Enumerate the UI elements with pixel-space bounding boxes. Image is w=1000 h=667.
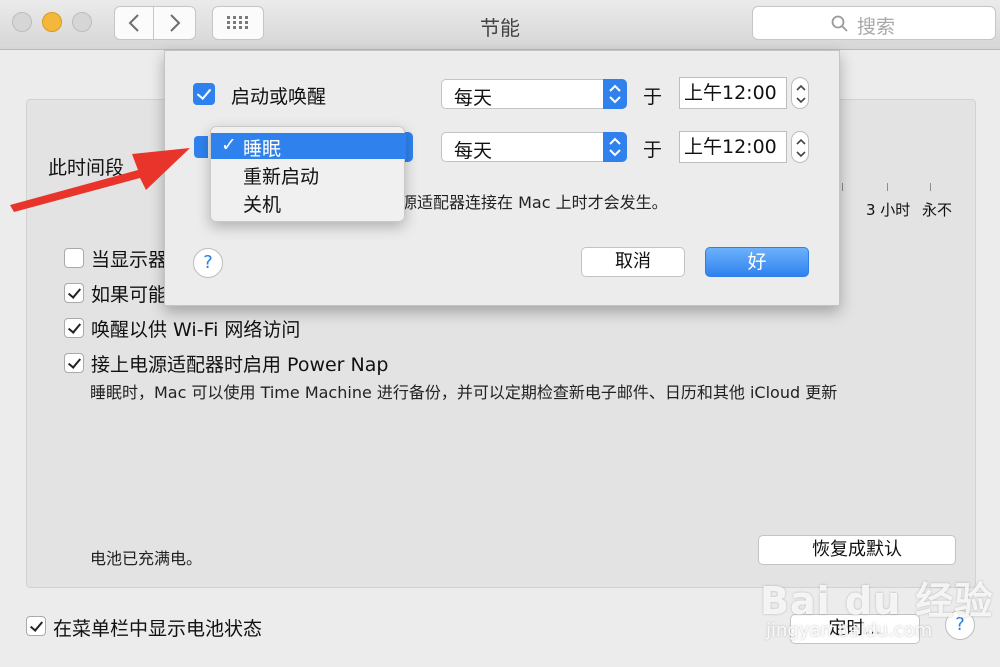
baidu-watermark: Bai du 经验 — [760, 579, 994, 623]
baidu-watermark-url: jingyan.baidu.com — [766, 620, 933, 641]
annotation-arrow-icon — [10, 148, 190, 212]
